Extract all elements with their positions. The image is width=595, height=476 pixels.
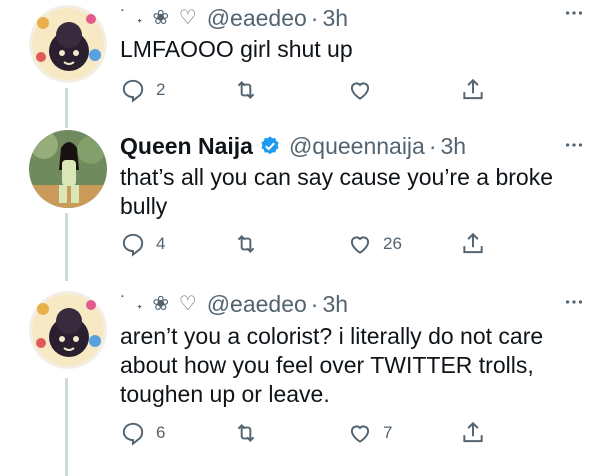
- reply-button[interactable]: 6: [120, 419, 165, 447]
- like-button[interactable]: 26: [347, 230, 402, 258]
- reply-icon: [122, 233, 144, 257]
- retweet-icon: [237, 235, 255, 253]
- like-icon: [350, 82, 370, 100]
- like-button[interactable]: [347, 76, 373, 104]
- share-button[interactable]: [460, 419, 486, 447]
- display-name-decoration[interactable]: ˙ ˖ ❀ ♡: [120, 289, 199, 319]
- tweet[interactable]: ˙ ˖ ❀ ♡ @eaedeo · 3h aren’t you a colori…: [0, 287, 595, 476]
- share-icon: [463, 232, 483, 254]
- separator: ·: [428, 133, 437, 159]
- separator: ·: [310, 291, 319, 317]
- reply-icon: [122, 422, 144, 446]
- retweet-icon: [237, 81, 255, 99]
- like-count: 7: [383, 423, 393, 442]
- share-icon: [463, 421, 483, 443]
- separator: ·: [310, 5, 319, 31]
- reply-button[interactable]: 2: [120, 76, 165, 104]
- retweet-button[interactable]: [233, 419, 259, 447]
- more-icon[interactable]: [563, 2, 585, 24]
- like-icon: [350, 425, 370, 443]
- retweet-button[interactable]: [233, 230, 259, 258]
- share-button[interactable]: [460, 230, 486, 258]
- like-button[interactable]: 7: [347, 419, 392, 447]
- retweet-button[interactable]: [233, 76, 259, 104]
- timestamp[interactable]: 3h: [441, 131, 467, 161]
- avatar[interactable]: [29, 291, 107, 369]
- reply-button[interactable]: 4: [120, 230, 165, 258]
- like-icon: [350, 236, 370, 254]
- user-handle[interactable]: @eaedeo: [207, 3, 307, 33]
- timestamp[interactable]: 3h: [322, 3, 348, 33]
- avatar[interactable]: [29, 130, 107, 208]
- verified-badge-icon: [261, 136, 279, 155]
- like-count: 26: [383, 234, 402, 253]
- user-handle[interactable]: @queennaija: [289, 131, 425, 161]
- reply-icon: [122, 79, 144, 103]
- avatar[interactable]: [29, 5, 107, 83]
- tweet-text: LMFAOOO girl shut up: [120, 36, 353, 62]
- display-name[interactable]: Queen Naija: [120, 131, 253, 161]
- more-icon[interactable]: [563, 291, 585, 313]
- display-name-decoration[interactable]: ˙ ˖ ❀ ♡: [120, 3, 199, 33]
- share-icon: [463, 78, 483, 100]
- tweet[interactable]: ˙ ˖ ❀ ♡ @eaedeo · 3h LMFAOOO girl shut u…: [0, 0, 595, 122]
- retweet-icon: [237, 424, 255, 442]
- reply-count: 2: [156, 80, 166, 99]
- timestamp[interactable]: 3h: [322, 289, 348, 319]
- tweet[interactable]: Queen Naija @queennaija · 3h that’s all …: [0, 128, 595, 282]
- share-button[interactable]: [460, 76, 486, 104]
- reply-count: 6: [156, 423, 166, 442]
- reply-count: 4: [156, 234, 166, 253]
- tweet-text: that’s all you can say cause you’re a br…: [120, 164, 553, 219]
- tweet-text: aren’t you a colorist? i literally do no…: [120, 323, 544, 407]
- user-handle[interactable]: @eaedeo: [207, 289, 307, 319]
- more-icon[interactable]: [563, 134, 585, 156]
